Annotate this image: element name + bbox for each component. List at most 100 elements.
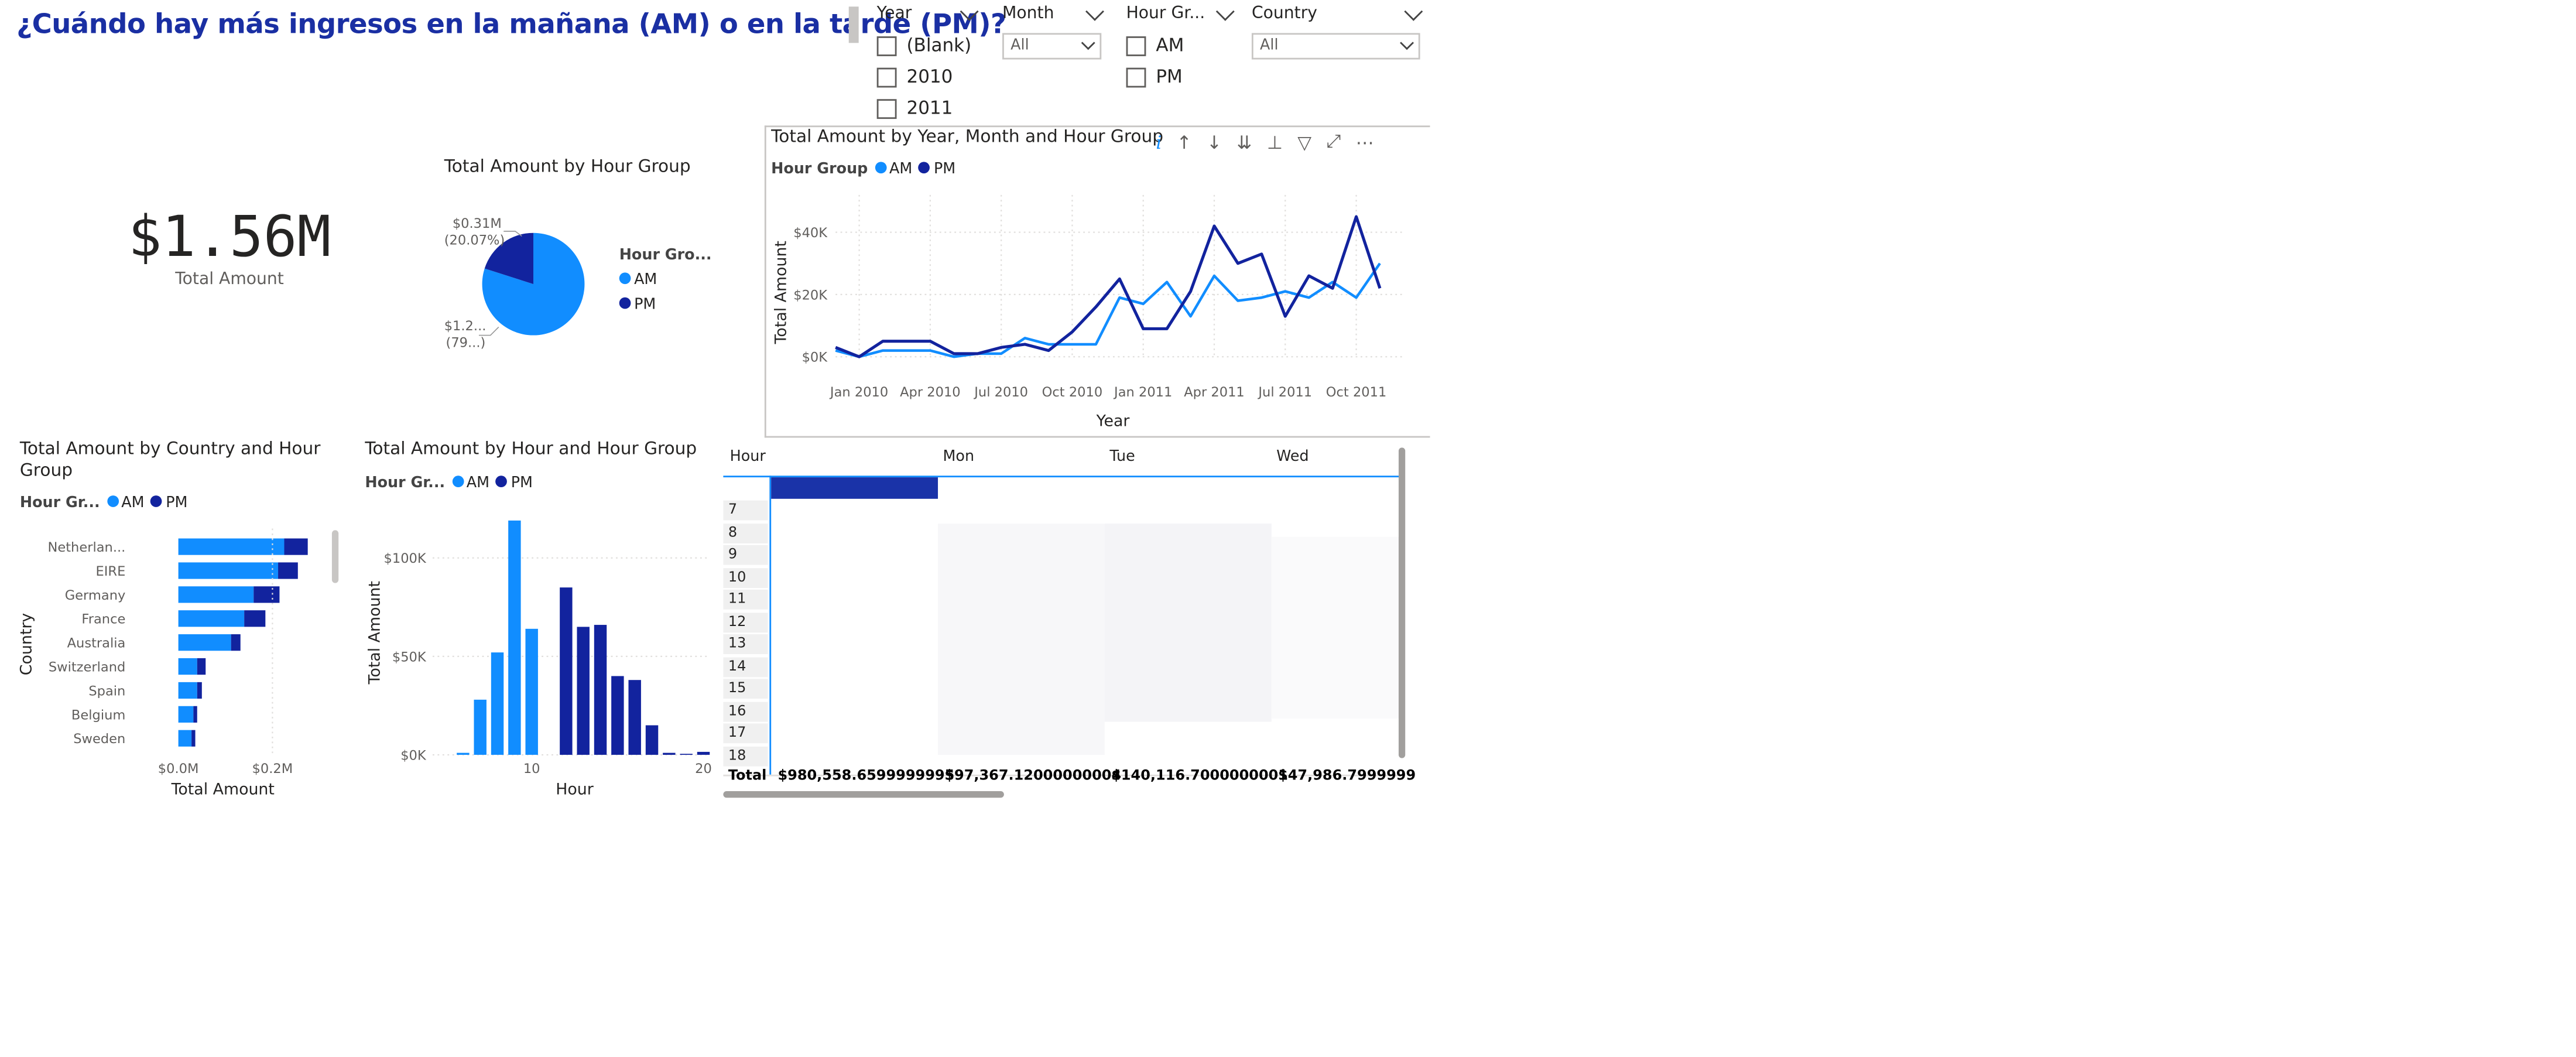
x-tick-label: Jul 2011 [1257,385,1312,400]
matrix-row-header[interactable]: 18 [728,747,746,764]
matrix-row-header[interactable]: 8 [728,525,737,541]
year-option-blank[interactable]: (Blank) [876,30,976,61]
legend-item-am-label: AM [466,476,490,492]
chevron-down-icon[interactable] [1081,36,1095,50]
kpi-card[interactable]: $1.56M Total Amount [99,205,360,289]
legend-item-pm-label: PM [511,476,533,492]
legend-item-pm[interactable]: PM [619,297,712,314]
matrix-horizontal-scrollbar[interactable] [723,791,1004,798]
hour-group-option-pm[interactable]: PM [1126,61,1232,93]
matrix-row-header[interactable]: 13 [728,636,746,652]
y-tick-label: $40K [793,225,828,241]
matrix-visual[interactable]: Hour Mon Tue Wed 7 8 9 10 11 12 13 14 15 16 17 18 T… [723,437,1416,802]
year-slicer-label: Year [876,5,912,23]
year-option-label: 2010 [906,66,953,88]
month-slicer: Month All [1002,1,1104,60]
chevron-down-icon[interactable] [1085,1,1104,20]
matrix-row-header[interactable]: 12 [728,614,746,630]
page-scrollbar[interactable] [848,6,859,43]
line-chart-legend: Hour Group AM PM [771,162,956,179]
matrix-col-hour[interactable]: Hour [730,449,766,466]
checkbox-icon[interactable] [1126,35,1146,56]
drill-down-icon[interactable]: ↓ [1207,131,1222,153]
matrix-heat-region-wed [1271,536,1400,719]
country-label: Switzerland [49,660,126,675]
hour-bar-am [457,752,470,755]
matrix-row-header[interactable]: 14 [728,658,746,675]
checkbox-icon[interactable] [1126,67,1146,87]
country-bar-chart[interactable]: Netherlan... EIRE Germany France Australia Sw… [13,520,344,801]
pie-label-pm-percent: (20.07%) [444,232,505,248]
legend-item-am[interactable]: AM [451,476,489,492]
x-tick-label: Jan 2011 [1113,385,1172,400]
drill-up-icon[interactable]: ↑ [1177,131,1192,153]
focus-mode-icon[interactable]: ⤢ [1327,131,1341,153]
matrix-col-wed[interactable]: Wed [1276,449,1308,466]
hour-bar-chart[interactable]: $0K $50K $100K 10 20 Hour Total Amount [357,495,720,803]
matrix-highlight-cell[interactable] [771,477,938,499]
country-dropdown[interactable]: All [1251,33,1420,60]
matrix-total-wed: $47,986.7999999 [1278,768,1416,785]
matrix-row-header[interactable]: 16 [728,703,746,719]
month-slicer-label: Month [1002,5,1054,23]
matrix-row-header[interactable]: 17 [728,725,746,741]
country-dropdown-value: All [1260,37,1279,55]
matrix-heat-region-mon [938,524,1105,755]
checkbox-icon[interactable] [876,98,897,118]
chevron-down-icon[interactable] [1400,36,1414,50]
matrix-col-tue[interactable]: Tue [1109,449,1135,466]
matrix-total-tue: $140,116.7000000001 [1111,768,1289,785]
line-chart-plot[interactable]: $0K $20K $40K Jan 2010 Apr 2010 Jul 2010 Oct 2… [766,182,1427,437]
country-chart-title-line2: Group [19,460,73,481]
month-dropdown[interactable]: All [1002,33,1102,60]
year-option-2011[interactable]: 2011 [876,93,976,124]
country-label: EIRE [96,564,126,579]
legend-item-am[interactable]: AM [106,495,145,512]
expand-all-down-icon[interactable]: ⇊ [1236,131,1252,153]
year-option-label: 2011 [906,97,953,119]
x-tick-label: $0.2M [252,761,293,776]
chevron-down-icon[interactable] [1215,1,1235,20]
legend-item-pm[interactable]: PM [496,476,533,492]
visual-header-toolbar: i ↑ ↓ ⇊ ⊥ ▽ ⤢ ⋯ [1156,131,1373,153]
matrix-row-header[interactable]: 9 [728,547,737,563]
country-slicer-label: Country [1251,5,1318,23]
legend-item-am[interactable]: AM [619,272,712,289]
chevron-down-icon[interactable] [1404,1,1423,20]
legend-item-pm-label: PM [933,162,956,179]
hour-group-option-am[interactable]: AM [1126,30,1232,61]
hour-bar-am [474,699,487,755]
matrix-col-mon[interactable]: Mon [943,449,975,466]
legend-item-pm-label: PM [634,297,656,314]
more-options-icon[interactable]: ⋯ [1356,131,1374,153]
legend-item-am[interactable]: AM [874,162,912,179]
year-option-2010[interactable]: 2010 [876,61,976,93]
filter-icon[interactable]: ▽ [1297,131,1311,153]
legend-item-pm[interactable]: PM [150,495,187,512]
checkbox-icon[interactable] [876,35,897,56]
country-chart-title: Total Amount by Country and Hour Group [20,439,321,482]
line-legend-title: Hour Group [771,162,868,179]
year-slicer-header[interactable]: Year [876,1,979,23]
am-dot-icon [451,476,464,488]
matrix-row-header[interactable]: 15 [728,680,746,697]
country-bar-pm [244,610,266,627]
checkbox-icon[interactable] [876,67,897,87]
chevron-down-icon[interactable] [960,1,979,20]
legend-item-pm[interactable]: PM [919,162,956,179]
country-bar-am [178,658,197,675]
country-label: Germany [65,588,126,603]
matrix-vertical-scrollbar[interactable] [1398,447,1406,758]
hour-bar-pm [697,751,710,755]
country-label: Sweden [73,731,125,747]
matrix-row-header[interactable]: 10 [728,569,746,586]
y-tick-label: $50K [392,649,427,665]
info-icon[interactable]: i [1156,131,1162,153]
country-label: Australia [67,636,126,651]
matrix-row-header[interactable]: 7 [728,502,737,518]
expand-hierarchy-icon[interactable]: ⊥ [1267,131,1283,153]
country-chart-scrollbar[interactable] [331,530,339,583]
hour-group-slicer-header[interactable]: Hour Gr... [1126,1,1235,23]
country-label: Spain [88,683,125,699]
matrix-row-header[interactable]: 11 [728,591,746,608]
